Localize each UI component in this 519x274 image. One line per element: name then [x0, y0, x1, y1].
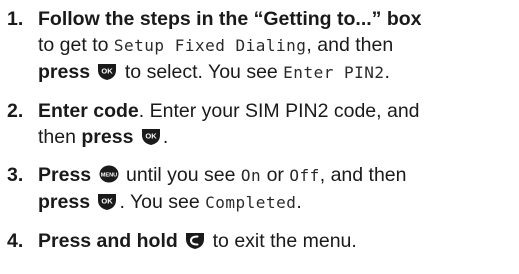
step-2: 2. Enter code. Enter your SIM PIN2 code,…	[0, 98, 519, 150]
step-3: 3. Press MENU until you see On or Off, a…	[0, 162, 519, 216]
svg-text:OK: OK	[102, 67, 114, 76]
menu-key-icon: MENU	[99, 164, 119, 184]
step-4: 4. Press and hold to exit the menu.	[0, 228, 519, 254]
step-line: Press MENU until you see On or Off, and …	[38, 162, 519, 189]
ok-key-icon: OK	[141, 126, 161, 146]
end-key-icon	[185, 230, 205, 250]
step-text: . Enter your SIM PIN2 code, and	[138, 100, 420, 122]
step-line: press OK to select. You see Enter PIN2.	[38, 59, 519, 86]
display-text: Enter PIN2	[283, 63, 385, 82]
step-text: . You see	[119, 191, 206, 213]
step-text: .	[384, 61, 390, 83]
step-number: 1.	[7, 8, 24, 30]
step-line: Enter code. Enter your SIM PIN2 code, an…	[38, 98, 519, 124]
press-word: press	[81, 126, 134, 148]
step-heading: Follow the steps in the “Getting to...” …	[38, 8, 422, 30]
step-heading: Press and hold	[38, 230, 178, 252]
svg-text:OK: OK	[102, 197, 114, 206]
step-number: 2.	[7, 100, 24, 122]
display-text: On	[240, 166, 262, 185]
step-text: until you see	[120, 164, 241, 186]
step-line: then press OK .	[38, 124, 519, 150]
step-line: to get to Setup Fixed Dialing, and then	[38, 32, 519, 59]
step-text: to get to	[38, 34, 114, 56]
step-line: Follow the steps in the “Getting to...” …	[38, 6, 519, 32]
step-number: 4.	[7, 230, 24, 252]
step-line: Press and hold to exit the menu.	[38, 228, 519, 254]
step-text: or	[261, 164, 290, 186]
ok-key-icon: OK	[97, 61, 117, 81]
step-heading: Enter code	[38, 100, 139, 122]
press-word: press	[38, 191, 91, 213]
step-heading: Press	[38, 164, 92, 186]
ok-key-icon: OK	[97, 191, 117, 211]
step-text: to select. You see	[119, 61, 284, 83]
svg-text:OK: OK	[145, 132, 157, 141]
display-text: Completed	[205, 193, 297, 212]
step-text: , and then	[319, 164, 407, 186]
instruction-steps: 1. Follow the steps in the “Getting to..…	[0, 6, 519, 266]
step-text: .	[162, 126, 169, 148]
step-text: , and then	[306, 34, 394, 56]
display-text: Setup Fixed Dialing	[113, 36, 307, 55]
svg-text:MENU: MENU	[100, 172, 116, 178]
display-text: Off	[289, 166, 320, 185]
step-number: 3.	[7, 164, 24, 186]
step-text: .	[296, 191, 302, 213]
step-line: press OK . You see Completed.	[38, 189, 519, 216]
step-text: to exit the menu.	[207, 230, 357, 252]
step-1: 1. Follow the steps in the “Getting to..…	[0, 6, 519, 86]
step-text: then	[38, 126, 82, 148]
press-word: press	[38, 61, 91, 83]
